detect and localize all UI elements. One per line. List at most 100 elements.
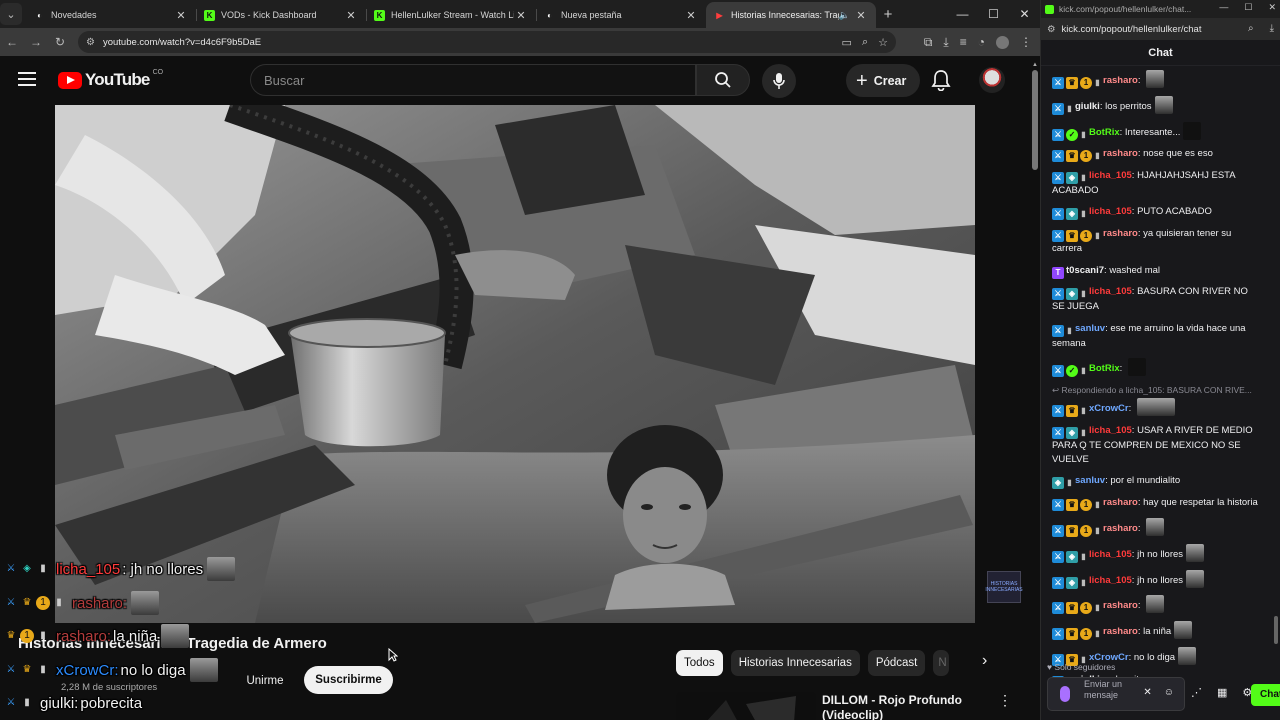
tab-close-icon[interactable]: ✕ bbox=[514, 9, 528, 22]
chat-username[interactable]: licha_105 bbox=[1089, 425, 1132, 436]
chat-username[interactable]: licha_105 bbox=[1089, 575, 1132, 586]
chat-send-button[interactable]: Chat bbox=[1251, 684, 1280, 706]
mod-badge-icon: ⚔ bbox=[1052, 230, 1064, 243]
chat-zoom-icon[interactable]: ⌕ bbox=[1248, 23, 1254, 34]
chat-minimize-button[interactable]: — bbox=[1219, 2, 1228, 13]
pin-badge-icon: ▮ bbox=[1081, 427, 1086, 437]
chat-username[interactable]: licha_105 bbox=[1089, 170, 1132, 181]
tab-audio-icon[interactable]: 🔈 bbox=[839, 10, 850, 21]
back-icon[interactable]: ← bbox=[0, 35, 24, 49]
chat-username[interactable]: BotRix bbox=[1089, 127, 1120, 138]
chat-username[interactable]: t0scani7 bbox=[1066, 265, 1104, 276]
verified-badge-icon: ✓ bbox=[1066, 364, 1078, 377]
more-options-icon[interactable]: ⋮ bbox=[998, 692, 1012, 709]
join-button[interactable]: Unirme bbox=[236, 667, 294, 694]
chat-maximize-button[interactable]: ☐ bbox=[1244, 2, 1252, 13]
chat-window-controls: — ☐ ✕ bbox=[1219, 2, 1276, 13]
video-player[interactable] bbox=[55, 105, 975, 623]
chat-username[interactable]: licha_105 bbox=[1089, 286, 1132, 297]
mod-badge-icon: ⚔ bbox=[1052, 404, 1064, 417]
search-button[interactable] bbox=[696, 64, 750, 96]
tab-3[interactable]: ◐ Nueva pestaña ✕ bbox=[536, 2, 706, 28]
channel-watermark[interactable]: HISTORIAS INNECESARIAS bbox=[985, 571, 1023, 603]
mouse-cursor-icon bbox=[388, 648, 398, 662]
chat-username[interactable]: licha_105 bbox=[1089, 206, 1132, 217]
recommended-title[interactable]: DILLOM - Rojo Profundo (Videoclip) bbox=[822, 693, 992, 720]
chat-message: ⚔ ◈ ▮ licha_105: HJAHJAHJSAHJ ESTA ACABADO bbox=[1052, 170, 1236, 197]
chat-username[interactable]: sanluv bbox=[1075, 323, 1105, 334]
tab-2[interactable]: K HellenLulker Stream - Watch Li ✕ bbox=[366, 2, 536, 28]
tab-search-button[interactable]: ⌄ bbox=[0, 3, 22, 25]
recommended-thumbnail[interactable] bbox=[676, 692, 816, 720]
browser-menu-icon[interactable]: ⋮ bbox=[1020, 35, 1032, 49]
account-avatar[interactable] bbox=[979, 67, 1005, 93]
chat-mic-icon[interactable] bbox=[1060, 686, 1070, 702]
chevron-right-icon[interactable]: › bbox=[982, 652, 987, 670]
chat-message-input[interactable]: Enviar un mensaje ✕ ☺ bbox=[1047, 677, 1185, 711]
voice-search-button[interactable] bbox=[762, 64, 796, 98]
tab-close-icon[interactable]: ✕ bbox=[854, 9, 868, 22]
maximize-button[interactable]: ☐ bbox=[978, 0, 1009, 28]
tab-close-icon[interactable]: ✕ bbox=[344, 9, 358, 22]
bookmark-star-icon[interactable]: ☆ bbox=[878, 36, 888, 49]
close-window-button[interactable]: ✕ bbox=[1009, 0, 1040, 28]
chat-close-button[interactable]: ✕ bbox=[1268, 2, 1276, 13]
share-icon[interactable]: ⋰ bbox=[1191, 686, 1202, 699]
extensions-icon[interactable]: ⧉ bbox=[924, 35, 933, 50]
chat-url-settings-icon[interactable]: ⚙ bbox=[1047, 24, 1056, 35]
filter-chip[interactable]: Todos bbox=[676, 650, 723, 676]
filter-chip[interactable]: Historias Innecesarias bbox=[730, 650, 860, 676]
media-control-icon[interactable]: ≡ bbox=[960, 35, 967, 49]
chat-scrollbar-thumb[interactable] bbox=[1274, 616, 1278, 644]
chat-username[interactable]: rasharo bbox=[1103, 626, 1138, 637]
create-button[interactable]: + Crear bbox=[846, 64, 920, 97]
chat-scrollbar[interactable] bbox=[1274, 76, 1278, 646]
chat-message: ⚔ ♛ ▮ xCrowCr: bbox=[1052, 397, 1261, 417]
search-input[interactable]: Buscar bbox=[250, 64, 696, 96]
minimize-button[interactable]: — bbox=[947, 0, 978, 28]
chat-mention-icon[interactable]: ✕ bbox=[1143, 687, 1151, 698]
chat-username[interactable]: rasharo bbox=[1103, 148, 1138, 159]
notifications-bell-icon[interactable] bbox=[931, 69, 951, 96]
menu-icon[interactable] bbox=[18, 72, 36, 86]
zoom-icon[interactable]: ⌕ bbox=[862, 36, 868, 49]
chat-username[interactable]: BotRix bbox=[1089, 363, 1120, 374]
tab-0[interactable]: ◐ Novedades ✕ bbox=[26, 2, 196, 28]
chat-url-bar[interactable]: ⚙ kick.com/popout/hellenlulker/chat ⌕ ⤓ bbox=[1041, 18, 1280, 40]
chat-username[interactable]: rasharo bbox=[1103, 600, 1138, 611]
chat-message: ⚔ ♛ 1 ▮ rasharo: bbox=[1052, 517, 1261, 537]
tab-4[interactable]: ▶ Historias Innecesarias: Trag 🔈 ✕ bbox=[706, 2, 876, 28]
profile-avatar[interactable] bbox=[996, 35, 1009, 49]
tab-1[interactable]: K VODs - Kick Dashboard ✕ bbox=[196, 2, 366, 28]
filter-chip[interactable]: N bbox=[933, 650, 950, 676]
scrollbar-thumb[interactable] bbox=[1032, 70, 1038, 170]
filter-chip[interactable]: Pódcast bbox=[867, 650, 926, 676]
forward-icon[interactable]: → bbox=[24, 35, 48, 49]
gift-icon[interactable]: ▦ bbox=[1217, 686, 1227, 699]
scroll-up-icon[interactable]: ▲ bbox=[1032, 62, 1038, 68]
chat-username[interactable]: giulki bbox=[1075, 101, 1100, 112]
emoji-icon[interactable]: ☺ bbox=[1164, 687, 1174, 698]
subscribe-button[interactable]: Suscribirme bbox=[304, 666, 393, 694]
reload-icon[interactable]: ↻ bbox=[48, 35, 72, 49]
tab-close-icon[interactable]: ✕ bbox=[174, 9, 188, 22]
cast-icon[interactable]: ▭ bbox=[842, 36, 852, 49]
cnt-badge-icon: 1 bbox=[1080, 524, 1092, 537]
chat-username[interactable]: licha_105 bbox=[1089, 549, 1132, 560]
chat-download-icon[interactable]: ⤓ bbox=[1270, 23, 1274, 34]
chat-username[interactable]: xCrowCr bbox=[1089, 403, 1129, 414]
tab-close-icon[interactable]: ✕ bbox=[684, 9, 698, 22]
site-info-icon[interactable]: ⚙ bbox=[86, 37, 95, 48]
chat-username[interactable]: rasharo bbox=[1103, 523, 1138, 534]
chat-username[interactable]: rasharo bbox=[1103, 497, 1138, 508]
emote-image bbox=[1183, 121, 1202, 140]
chat-username[interactable]: rasharo bbox=[1103, 228, 1138, 239]
page-scrollbar[interactable]: ▲ bbox=[1032, 62, 1038, 684]
url-field[interactable]: ⚙ youtube.com/watch?v=d4c6F9b5DaE ▭ ⌕ ☆ bbox=[78, 31, 896, 53]
chat-username[interactable]: sanluv bbox=[1075, 475, 1105, 486]
extension-icon[interactable]: ◔ bbox=[978, 35, 985, 49]
new-tab-button[interactable]: + bbox=[876, 6, 900, 23]
youtube-logo[interactable]: YouTube CO bbox=[58, 69, 163, 90]
chat-username[interactable]: rasharo bbox=[1103, 75, 1138, 86]
download-icon[interactable]: ⤓ bbox=[943, 35, 948, 50]
